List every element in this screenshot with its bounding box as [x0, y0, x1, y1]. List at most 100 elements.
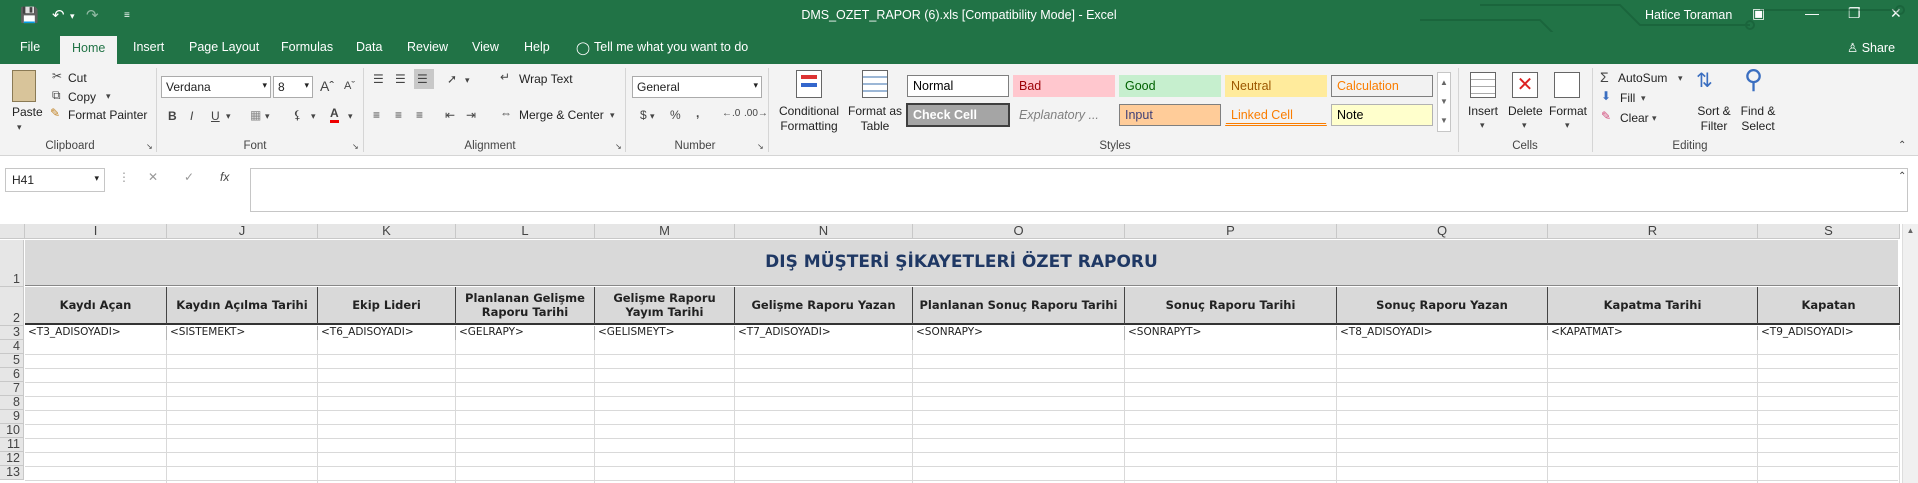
align-top-icon[interactable]: ☰ — [373, 72, 384, 86]
format-dropdown-icon[interactable]: ▾ — [1565, 120, 1570, 131]
format-as-table-icon[interactable] — [862, 70, 888, 98]
insert-cells-icon[interactable] — [1470, 72, 1496, 98]
column-header-m[interactable]: M — [595, 224, 735, 239]
row-header-9[interactable]: 9 — [0, 410, 24, 424]
style-calculation[interactable]: Calculation — [1331, 75, 1433, 97]
data-cell[interactable]: <SONRAPY> — [913, 326, 1125, 340]
insert-function-icon[interactable]: fx — [220, 170, 229, 184]
row-header-5[interactable]: 5 — [0, 354, 24, 368]
column-header-q[interactable]: Q — [1337, 224, 1548, 239]
scroll-up-icon[interactable]: ▲ — [1903, 224, 1918, 235]
align-center-icon[interactable]: ≡ — [395, 108, 402, 122]
style-explanatory[interactable]: Explanatory ... — [1013, 104, 1115, 126]
header-cell[interactable]: Gelişme Raporu Yazan — [735, 287, 913, 325]
copy-icon[interactable]: ⧉ — [52, 88, 61, 103]
format-as-table-button[interactable]: Format as Table — [846, 104, 904, 134]
decrease-decimal-icon[interactable]: .00→ — [744, 108, 768, 119]
delete-cells-button[interactable]: Delete — [1508, 104, 1543, 118]
header-cell[interactable]: Planlanan Gelişme Raporu Tarihi — [456, 287, 595, 325]
copy-dropdown-icon[interactable]: ▾ — [106, 91, 111, 102]
header-cell[interactable]: Sonuç Raporu Tarihi — [1125, 287, 1337, 325]
style-input[interactable]: Input — [1119, 104, 1221, 126]
row-header-3[interactable]: 3 — [0, 326, 24, 340]
cut-icon[interactable]: ✂ — [52, 69, 62, 83]
header-cell[interactable]: Sonuç Raporu Yazan — [1337, 287, 1548, 325]
row-header-13[interactable]: 13 — [0, 466, 24, 480]
column-header-l[interactable]: L — [456, 224, 595, 239]
vertical-scrollbar[interactable]: ▲ — [1902, 224, 1918, 483]
tab-data[interactable]: Data — [356, 40, 382, 54]
enter-icon[interactable]: ✓ — [184, 170, 194, 184]
data-cell[interactable]: <SONRAPYT> — [1125, 326, 1337, 340]
data-cell[interactable]: <T9_ADISOYADI> — [1758, 326, 1900, 340]
increase-decimal-icon[interactable]: ←.0 — [722, 108, 740, 119]
style-linked-cell[interactable]: Linked Cell — [1225, 104, 1327, 126]
format-cells-icon[interactable] — [1554, 72, 1580, 98]
data-cell[interactable]: <T8_ADISOYADI> — [1337, 326, 1548, 340]
select-all-corner[interactable] — [0, 224, 25, 239]
column-header-r[interactable]: R — [1548, 224, 1758, 239]
decrease-font-icon[interactable]: Aˇ — [344, 80, 355, 92]
row-header-12[interactable]: 12 — [0, 452, 24, 466]
font-color-dropdown-icon[interactable]: ▾ — [348, 111, 353, 122]
column-header-p[interactable]: P — [1125, 224, 1337, 239]
clear-dropdown-icon[interactable]: ▾ — [1652, 113, 1657, 124]
cut-button[interactable]: Cut — [68, 71, 87, 85]
delete-cells-icon[interactable]: ✕ — [1512, 72, 1538, 98]
conditional-formatting-icon[interactable] — [796, 70, 822, 98]
tab-view[interactable]: View — [472, 40, 499, 54]
percent-button[interactable]: % — [670, 108, 681, 122]
header-cell[interactable]: Ekip Lideri — [318, 287, 456, 325]
currency-button[interactable]: $ — [640, 108, 647, 122]
align-middle-icon[interactable]: ☰ — [395, 72, 406, 86]
column-header-j[interactable]: J — [167, 224, 318, 239]
insert-cells-button[interactable]: Insert — [1468, 104, 1498, 118]
tab-help[interactable]: Help — [524, 40, 550, 54]
comma-button[interactable]: , — [696, 106, 699, 120]
tab-file[interactable]: File — [20, 40, 40, 54]
font-launcher-icon[interactable]: ↘ — [352, 142, 359, 151]
merge-center-button[interactable]: Merge & Center — [519, 108, 604, 122]
font-size-combo[interactable]: 8 ▾ — [273, 76, 313, 98]
row-header-2[interactable]: 2 — [0, 287, 24, 326]
tab-page-layout[interactable]: Page Layout — [189, 40, 259, 54]
font-color-icon[interactable]: A — [330, 107, 339, 123]
style-bad[interactable]: Bad — [1013, 75, 1115, 97]
autosum-icon[interactable]: Σ — [1600, 69, 1609, 85]
paste-dropdown-icon[interactable]: ▾ — [17, 122, 22, 133]
collapse-ribbon-icon[interactable]: ⌃ — [1898, 140, 1906, 151]
clear-button[interactable]: Clear — [1620, 111, 1649, 125]
font-name-combo[interactable]: Verdana ▾ — [161, 76, 271, 98]
autosum-dropdown-icon[interactable]: ▾ — [1678, 73, 1683, 84]
style-good[interactable]: Good — [1119, 75, 1221, 97]
wrap-text-icon[interactable]: ↵ — [500, 70, 510, 84]
fill-icon[interactable]: ⬇ — [1601, 89, 1611, 103]
merge-dropdown-icon[interactable]: ▾ — [610, 110, 615, 121]
italic-button[interactable]: I — [190, 109, 193, 123]
header-cell[interactable]: Gelişme Raporu Yayım Tarihi — [595, 287, 735, 325]
paste-button[interactable]: Paste — [12, 105, 43, 119]
bold-button[interactable]: B — [168, 109, 177, 123]
merge-center-icon[interactable]: ⇔ — [500, 106, 512, 120]
increase-font-icon[interactable]: Aˆ — [320, 78, 334, 94]
copy-button[interactable]: Copy — [68, 90, 96, 104]
row-header-1[interactable]: 1 — [0, 240, 24, 287]
decrease-indent-icon[interactable]: ⇤ — [445, 108, 455, 122]
column-header-k[interactable]: K — [318, 224, 456, 239]
borders-dropdown-icon[interactable]: ▾ — [265, 111, 270, 122]
align-left-icon[interactable]: ≡ — [373, 108, 380, 122]
currency-dropdown-icon[interactable]: ▾ — [650, 111, 655, 122]
find-select-icon[interactable]: ⚲ — [1744, 64, 1763, 95]
data-cell[interactable]: <T7_ADISOYADI> — [735, 326, 913, 340]
header-cell[interactable]: Kapatma Tarihi — [1548, 287, 1758, 325]
tab-insert[interactable]: Insert — [133, 40, 164, 54]
align-right-icon[interactable]: ≡ — [416, 108, 423, 122]
column-header-n[interactable]: N — [735, 224, 913, 239]
fill-color-icon[interactable]: ⚸ — [293, 108, 302, 122]
styles-gallery-scroll[interactable]: ▲ ▼ ▼ — [1437, 72, 1451, 132]
row-header-4[interactable]: 4 — [0, 340, 24, 354]
increase-indent-icon[interactable]: ⇥ — [466, 108, 476, 122]
tab-home[interactable]: Home — [60, 36, 118, 64]
report-title-cell[interactable]: DIŞ MÜŞTERİ ŞİKAYETLERİ ÖZET RAPORU — [25, 240, 1898, 286]
delete-dropdown-icon[interactable]: ▾ — [1522, 120, 1527, 131]
